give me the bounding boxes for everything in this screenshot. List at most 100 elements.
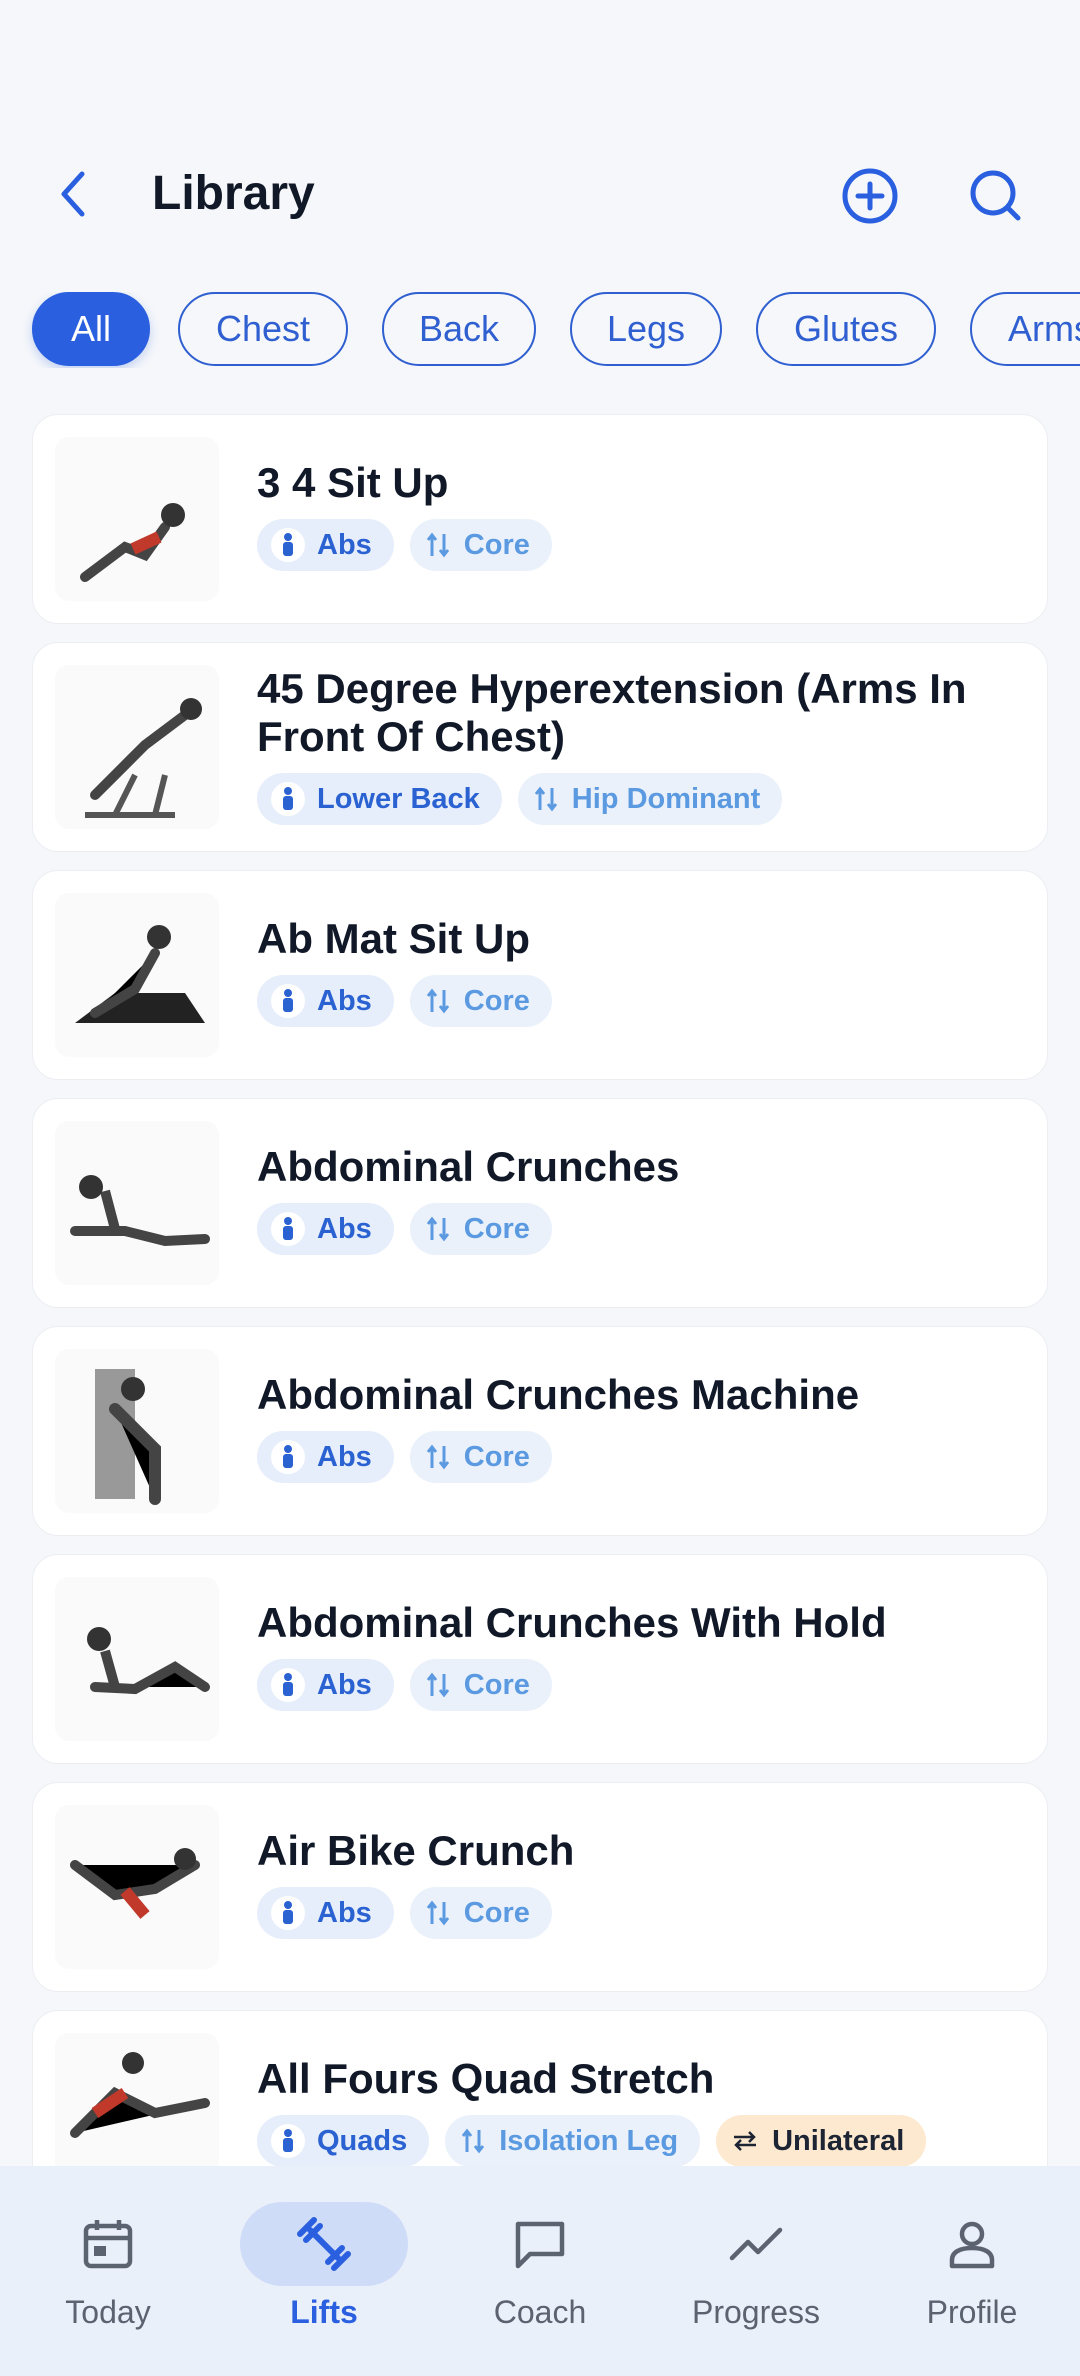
movement-pattern-icon (462, 2128, 485, 2154)
exercise-card[interactable]: Ab Mat Sit Up Abs Core (32, 870, 1048, 1080)
muscle-tag: Abs (257, 1203, 394, 1255)
nav-pill (240, 2202, 408, 2286)
nav-item-coach[interactable]: Coach (432, 2166, 648, 2376)
filter-chip-glutes[interactable]: Glutes (756, 292, 936, 366)
exercise-thumbnail (55, 893, 219, 1057)
tag-label: Core (463, 1896, 530, 1929)
tag-label: Core (463, 528, 530, 561)
movement-pattern-icon (426, 1900, 449, 1926)
exercise-thumbnail (55, 437, 219, 601)
nav-label: Coach (493, 2294, 587, 2330)
pattern-tag: Isolation Leg (445, 2115, 701, 2167)
pattern-tag: Core (409, 1431, 552, 1483)
exercise-name: Abdominal Crunches With Hold (257, 1599, 887, 1646)
body-icon (271, 1668, 305, 1702)
nav-label: Today (65, 2294, 151, 2330)
tag-label: Unilateral (772, 2124, 905, 2157)
page-title: Library (152, 167, 315, 220)
exercise-card[interactable]: 3 4 Sit Up Abs Core (32, 414, 1048, 624)
nav-pill (24, 2202, 192, 2286)
exercise-name: Abdominal Crunches (257, 1143, 680, 1190)
unilateral-tag: Unilateral (716, 2115, 927, 2167)
nav-item-progress[interactable]: Progress (648, 2166, 864, 2376)
tag-label: Abs (317, 1212, 372, 1245)
exercise-name: 3 4 Sit Up (257, 459, 449, 506)
nav-item-lifts[interactable]: Lifts (216, 2166, 432, 2376)
movement-pattern-icon (426, 1444, 449, 1470)
tag-label: Abs (317, 984, 372, 1017)
exercise-name: All Fours Quad Stretch (257, 2055, 715, 2102)
exercise-thumbnail (55, 665, 219, 829)
body-icon (271, 1440, 305, 1474)
dumbbell-icon (297, 2217, 351, 2271)
swap-arrows-icon (734, 2131, 757, 2151)
exercise-name: Abdominal Crunches Machine (257, 1371, 860, 1418)
movement-pattern-icon (426, 532, 449, 558)
chat-icon (515, 2221, 565, 2269)
movement-pattern-icon (534, 786, 557, 812)
tag-label: Core (463, 1212, 530, 1245)
body-icon (271, 1896, 305, 1930)
pattern-tag: Core (409, 1887, 552, 1939)
body-icon (271, 2124, 305, 2158)
exercise-thumbnail (55, 1121, 219, 1285)
nav-pill (456, 2202, 624, 2286)
nav-label: Progress (691, 2294, 821, 2330)
movement-pattern-icon (426, 1216, 449, 1242)
search-button[interactable] (964, 164, 1028, 228)
nav-pill (888, 2202, 1056, 2286)
tag-label: Quads (317, 2124, 408, 2157)
tag-label: Core (463, 1440, 530, 1473)
filter-chip-all[interactable]: All (32, 292, 150, 366)
back-button[interactable] (44, 164, 104, 224)
tag-label: Hip Dominant (571, 782, 761, 815)
pattern-tag: Core (409, 975, 552, 1027)
filter-chip-legs[interactable]: Legs (570, 292, 722, 366)
movement-pattern-icon (426, 1672, 449, 1698)
pattern-tag: Core (409, 1659, 552, 1711)
filter-chip-chest[interactable]: Chest (178, 292, 348, 366)
tag-label: Abs (317, 1440, 372, 1473)
calendar-icon (83, 2220, 133, 2269)
nav-label: Profile (926, 2294, 1018, 2330)
exercise-thumbnail (55, 1577, 219, 1741)
exercise-thumbnail (55, 1805, 219, 1969)
exercise-card[interactable]: Air Bike Crunch Abs Core (32, 1782, 1048, 1992)
exercise-thumbnail (55, 1349, 219, 1513)
filter-chip-arms[interactable]: Arms (970, 292, 1080, 366)
muscle-tag: Abs (257, 1659, 394, 1711)
exercise-card[interactable]: 45 Degree Hyperextension (Arms In Front … (32, 642, 1048, 852)
app-header: Library (0, 140, 1080, 250)
body-icon (271, 782, 305, 816)
plus-circle-icon (842, 168, 898, 224)
muscle-tag: Abs (257, 1431, 394, 1483)
chevron-left-icon (61, 171, 85, 217)
nav-label: Lifts (290, 2294, 358, 2330)
exercise-name: Ab Mat Sit Up (257, 915, 530, 962)
muscle-tag: Quads (257, 2115, 430, 2167)
add-exercise-button[interactable] (838, 164, 902, 228)
pattern-tag: Core (409, 1203, 552, 1255)
muscle-tag: Abs (257, 1887, 394, 1939)
pattern-tag: Hip Dominant (517, 773, 783, 825)
nav-item-today[interactable]: Today (0, 2166, 216, 2376)
exercise-card[interactable]: Abdominal Crunches Abs Core (32, 1098, 1048, 1308)
filter-chips: All Chest Back Legs Glutes Arms (0, 292, 1080, 368)
exercise-name: 45 Degree Hyperextension (Arms In Front … (257, 665, 967, 760)
movement-pattern-icon (426, 988, 449, 1014)
tag-label: Core (463, 984, 530, 1017)
nav-pill (672, 2202, 840, 2286)
exercise-card[interactable]: Abdominal Crunches With Hold Abs Core (32, 1554, 1048, 1764)
body-icon (271, 528, 305, 562)
muscle-tag: Abs (257, 519, 394, 571)
body-icon (271, 984, 305, 1018)
exercise-name: Air Bike Crunch (257, 1827, 575, 1874)
tag-label: Abs (317, 1896, 372, 1929)
person-icon (949, 2221, 995, 2269)
filter-chip-back[interactable]: Back (382, 292, 536, 366)
exercise-card[interactable]: Abdominal Crunches Machine Abs Core (32, 1326, 1048, 1536)
body-icon (271, 1212, 305, 1246)
search-icon (970, 170, 1021, 221)
nav-item-profile[interactable]: Profile (864, 2166, 1080, 2376)
tag-label: Abs (317, 1668, 372, 1701)
